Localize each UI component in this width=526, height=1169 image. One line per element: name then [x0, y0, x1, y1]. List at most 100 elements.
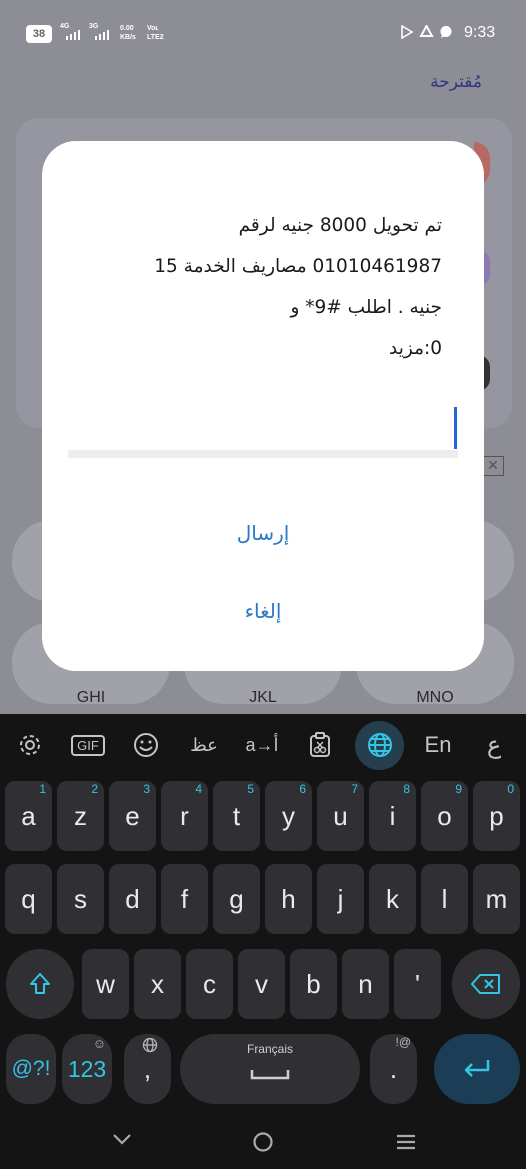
key-number-hint: 7 [351, 782, 358, 796]
backspace-key[interactable] [452, 949, 520, 1019]
language-en-button[interactable]: En [416, 726, 460, 764]
network-speed: 0.00 KB/s [120, 24, 136, 42]
key-e[interactable]: e3 [109, 781, 156, 851]
sim1-network-type: 4G [60, 23, 70, 30]
sim2-signal-icon [95, 30, 109, 40]
key-f[interactable]: f [161, 864, 208, 934]
key-apostrophe[interactable]: ' [394, 949, 441, 1019]
key-t[interactable]: t5 [213, 781, 260, 851]
key-r[interactable]: r4 [161, 781, 208, 851]
translate-icon[interactable]: a→أ [240, 726, 284, 764]
dialpad-label-mno: MNO [416, 689, 454, 706]
key-number-hint: 1 [39, 782, 46, 796]
key-p[interactable]: p0 [473, 781, 520, 851]
numbers-label: 123 [67, 1055, 107, 1082]
period-label: . [389, 1053, 398, 1084]
key-label: e [125, 800, 140, 831]
navigation-bar [0, 1112, 526, 1169]
key-number-hint: 5 [247, 782, 254, 796]
play-store-icon [401, 25, 414, 39]
period-hint: !@ [395, 1035, 411, 1049]
key-number-hint: 8 [403, 782, 410, 796]
home-icon[interactable] [252, 1131, 274, 1153]
space-key[interactable]: Français [180, 1034, 360, 1104]
arabic-keyboard-button[interactable]: ع [472, 726, 516, 764]
comma-key[interactable]: , [124, 1034, 171, 1104]
message-line: 01010461987 مصاريف الخدمة 15 [154, 256, 442, 277]
shift-key[interactable] [6, 949, 74, 1019]
key-g[interactable]: g [213, 864, 260, 934]
settings-icon[interactable] [8, 726, 52, 764]
key-u[interactable]: u7 [317, 781, 364, 851]
sim2-network-type: 3G [89, 23, 99, 30]
volte-label: Voʟ [147, 25, 159, 32]
dialpad-label-ghi: GHI [76, 689, 106, 706]
ussd-dialog: تم تحويل 8000 جنيه لرقم 01010461987 مصار… [42, 141, 484, 671]
lte-label: LTE2 [147, 34, 164, 41]
key-label: o [437, 800, 452, 831]
symbols-key[interactable]: @?! [6, 1034, 56, 1104]
globe-hint-icon [142, 1037, 158, 1053]
key-h[interactable]: h [265, 864, 312, 934]
ussd-message: تم تحويل 8000 جنيه لرقم 01010461987 مصار… [112, 205, 442, 369]
battery-icon: 38 [26, 25, 52, 43]
enter-icon [464, 1060, 490, 1077]
recycle-icon [419, 25, 434, 37]
key-b[interactable]: b [290, 949, 337, 1019]
key-label: u [333, 800, 348, 831]
comma-label: , [143, 1053, 152, 1084]
clipboard-icon[interactable] [298, 726, 342, 764]
key-a[interactable]: a1 [5, 781, 52, 851]
clear-icon: ✕ [482, 456, 504, 476]
key-y[interactable]: y6 [265, 781, 312, 851]
key-label: z [74, 800, 87, 831]
recents-menu-icon[interactable] [395, 1133, 417, 1151]
key-d[interactable]: d [109, 864, 156, 934]
reply-input[interactable] [68, 450, 458, 458]
key-number-hint: 6 [299, 782, 306, 796]
dialpad-label-jkl: JKL [249, 689, 277, 706]
key-j[interactable]: j [317, 864, 364, 934]
key-v[interactable]: v [238, 949, 285, 1019]
key-k[interactable]: k [369, 864, 416, 934]
key-c[interactable]: c [186, 949, 233, 1019]
back-chevron-icon[interactable] [112, 1132, 132, 1146]
key-number-hint: 4 [195, 782, 202, 796]
enter-key[interactable] [434, 1034, 520, 1104]
numbers-key[interactable]: 123 ☺ [62, 1034, 112, 1104]
key-z[interactable]: z2 [57, 781, 104, 851]
backspace-icon [471, 974, 500, 994]
keyboard-toolbar: GIF عظ a→أ En ع [0, 714, 526, 776]
gif-icon[interactable]: GIF [66, 726, 110, 764]
key-x[interactable]: x [134, 949, 181, 1019]
key-label: p [489, 800, 504, 831]
key-m[interactable]: m [473, 864, 520, 934]
space-icon [250, 1070, 290, 1080]
key-s[interactable]: s [57, 864, 104, 934]
key-n[interactable]: n [342, 949, 389, 1019]
key-label: t [232, 800, 241, 831]
message-line: 0:مزيد [389, 338, 442, 359]
period-key[interactable]: . !@ [370, 1034, 417, 1104]
space-language-label: Français [246, 1042, 293, 1056]
gif-label: GIF [71, 734, 105, 756]
key-q[interactable]: q [5, 864, 52, 934]
key-label: a [21, 800, 36, 831]
globe-icon[interactable] [358, 726, 402, 764]
key-number-hint: 0 [507, 782, 514, 796]
chat-icon [440, 26, 452, 38]
arabic-handwriting-icon[interactable]: عظ [182, 726, 226, 764]
message-line: جنيه . اطلب #9* و [290, 297, 442, 318]
key-o[interactable]: o9 [421, 781, 468, 851]
clock: 9:33 [464, 24, 496, 41]
sim1-signal-icon [66, 30, 80, 40]
emoji-icon[interactable] [124, 726, 168, 764]
key-number-hint: 3 [143, 782, 150, 796]
send-button[interactable]: إرسال [42, 521, 484, 545]
key-l[interactable]: l [421, 864, 468, 934]
key-i[interactable]: i8 [369, 781, 416, 851]
cancel-button[interactable]: إلغاء [42, 599, 484, 623]
key-w[interactable]: w [82, 949, 129, 1019]
emoji-hint-icon: ☺ [92, 1036, 106, 1051]
network-speed-value: 0.00 [120, 25, 134, 32]
